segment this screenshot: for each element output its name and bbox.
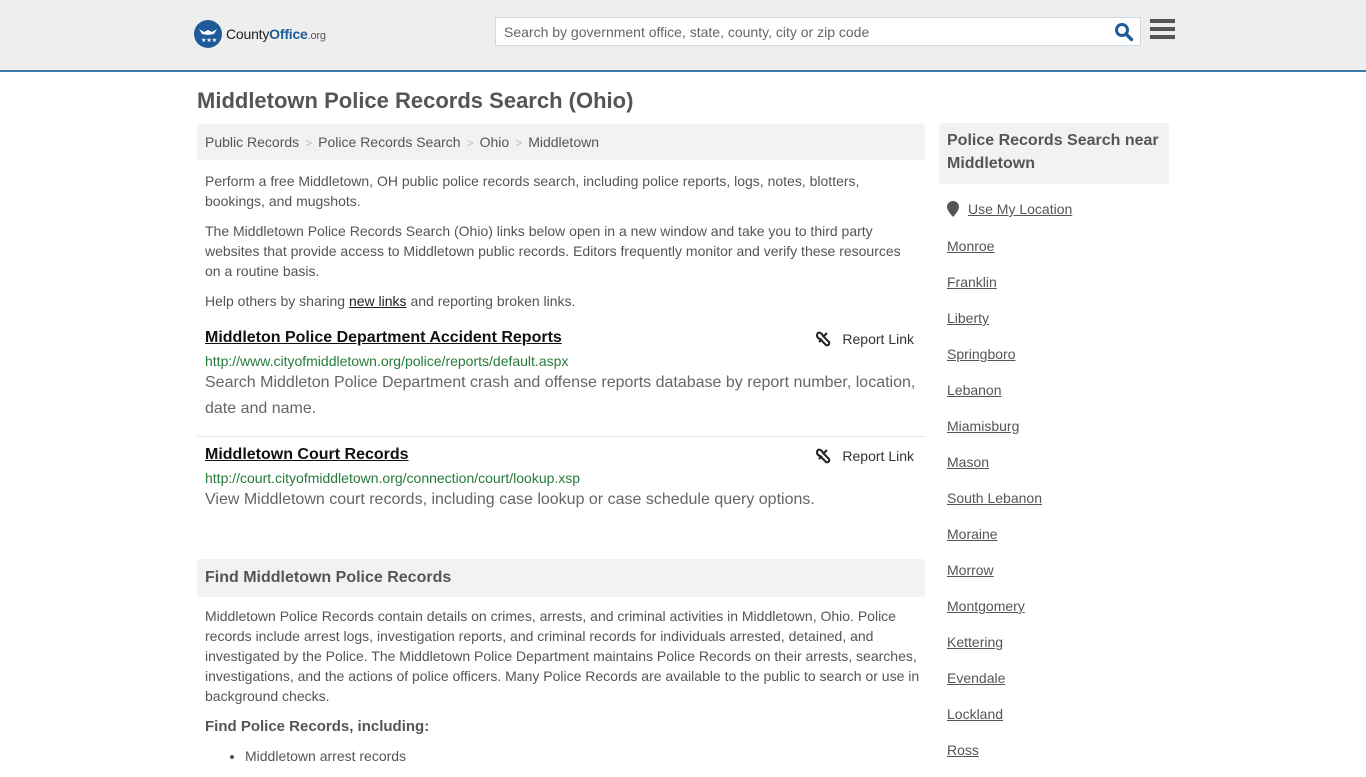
broken-link-icon xyxy=(816,448,831,464)
nearby-place-link[interactable]: Morrow xyxy=(947,561,1042,597)
result-title-link[interactable]: Middletown Court Records xyxy=(205,446,409,464)
result-item: Middleton Police Department Accident Rep… xyxy=(197,329,925,437)
sidebar-heading: Police Records Search near Middletown xyxy=(939,123,1169,184)
report-link-button[interactable]: Report Link xyxy=(815,331,914,347)
breadcrumb-separator: > xyxy=(466,136,474,150)
search-button[interactable] xyxy=(1114,22,1134,42)
eagle-logo-icon: ★★★ xyxy=(194,20,222,48)
share-links-paragraph: Help others by sharing new links and rep… xyxy=(205,293,576,309)
new-links-link[interactable]: new links xyxy=(349,293,407,309)
result-url[interactable]: http://court.cityofmiddletown.org/connec… xyxy=(205,470,917,486)
nearby-place-link[interactable]: South Lebanon xyxy=(947,489,1042,525)
result-description: View Middletown court records, including… xyxy=(205,491,815,508)
search-input[interactable] xyxy=(504,18,1104,45)
nearby-place-link[interactable]: Lebanon xyxy=(947,381,1042,417)
breadcrumb-public-records[interactable]: Public Records xyxy=(205,134,299,150)
breadcrumb-separator: > xyxy=(305,136,313,150)
find-records-subheading: Find Police Records, including: xyxy=(205,718,430,735)
page-title: Middletown Police Records Search (Ohio) xyxy=(197,88,634,113)
find-records-list: Middletown arrest records xyxy=(245,746,406,766)
nearby-place-link[interactable]: Mason xyxy=(947,453,1042,489)
nearby-place-link[interactable]: Miamisburg xyxy=(947,417,1042,453)
nearby-place-link[interactable]: Montgomery xyxy=(947,597,1042,633)
nearby-place-link[interactable]: Moraine xyxy=(947,525,1042,561)
site-header: ★★★ CountyOffice.org xyxy=(0,0,1366,72)
result-title-link[interactable]: Middleton Police Department Accident Rep… xyxy=(205,329,562,347)
use-my-location: Use My Location xyxy=(947,201,1072,217)
nearby-place-link[interactable]: Evendale xyxy=(947,669,1042,705)
broken-link-icon xyxy=(816,331,831,347)
breadcrumb-middletown[interactable]: Middletown xyxy=(528,134,599,150)
intro-paragraph: Perform a free Middletown, OH public pol… xyxy=(205,173,860,209)
search-box xyxy=(495,17,1141,46)
nearby-place-link[interactable]: Franklin xyxy=(947,273,1042,309)
nearby-place-link[interactable]: Lockland xyxy=(947,705,1042,741)
list-item: Middletown arrest records xyxy=(245,746,406,766)
svg-text:★★★: ★★★ xyxy=(201,37,217,44)
logo-text: CountyOffice.org xyxy=(226,26,326,42)
breadcrumb-ohio[interactable]: Ohio xyxy=(480,134,510,150)
breadcrumb-separator: > xyxy=(515,136,523,150)
use-my-location-link[interactable]: Use My Location xyxy=(968,201,1072,217)
site-logo[interactable]: ★★★ CountyOffice.org xyxy=(194,20,326,48)
nearby-place-link[interactable]: Kettering xyxy=(947,633,1042,669)
nearby-place-link[interactable]: Springboro xyxy=(947,345,1042,381)
breadcrumb: Public Records > Police Records Search > Ohi… xyxy=(197,124,925,160)
report-link-button[interactable]: Report Link xyxy=(815,448,914,464)
nearby-place-link[interactable]: Liberty xyxy=(947,309,1042,345)
nearby-places-list: Monroe Franklin Liberty Springboro Leban… xyxy=(947,237,1042,777)
hamburger-menu-icon[interactable] xyxy=(1150,19,1175,41)
result-description: Search Middleton Police Department crash… xyxy=(205,374,916,417)
intro-text: Perform a free Middletown, OH public pol… xyxy=(205,171,920,321)
intro-paragraph: The Middletown Police Records Search (Oh… xyxy=(205,223,901,279)
result-item: Middletown Court Records Report Link htt… xyxy=(197,446,925,513)
nearby-place-link[interactable]: Monroe xyxy=(947,237,1042,273)
nearby-place-link[interactable]: Ross xyxy=(947,741,1042,777)
breadcrumb-police-records-search[interactable]: Police Records Search xyxy=(318,134,460,150)
result-url[interactable]: http://www.cityofmiddletown.org/police/r… xyxy=(205,353,917,369)
search-icon xyxy=(1115,23,1134,42)
map-pin-icon xyxy=(947,201,959,217)
find-records-heading: Find Middletown Police Records xyxy=(197,559,925,597)
find-records-body: Middletown Police Records contain detail… xyxy=(205,608,920,704)
